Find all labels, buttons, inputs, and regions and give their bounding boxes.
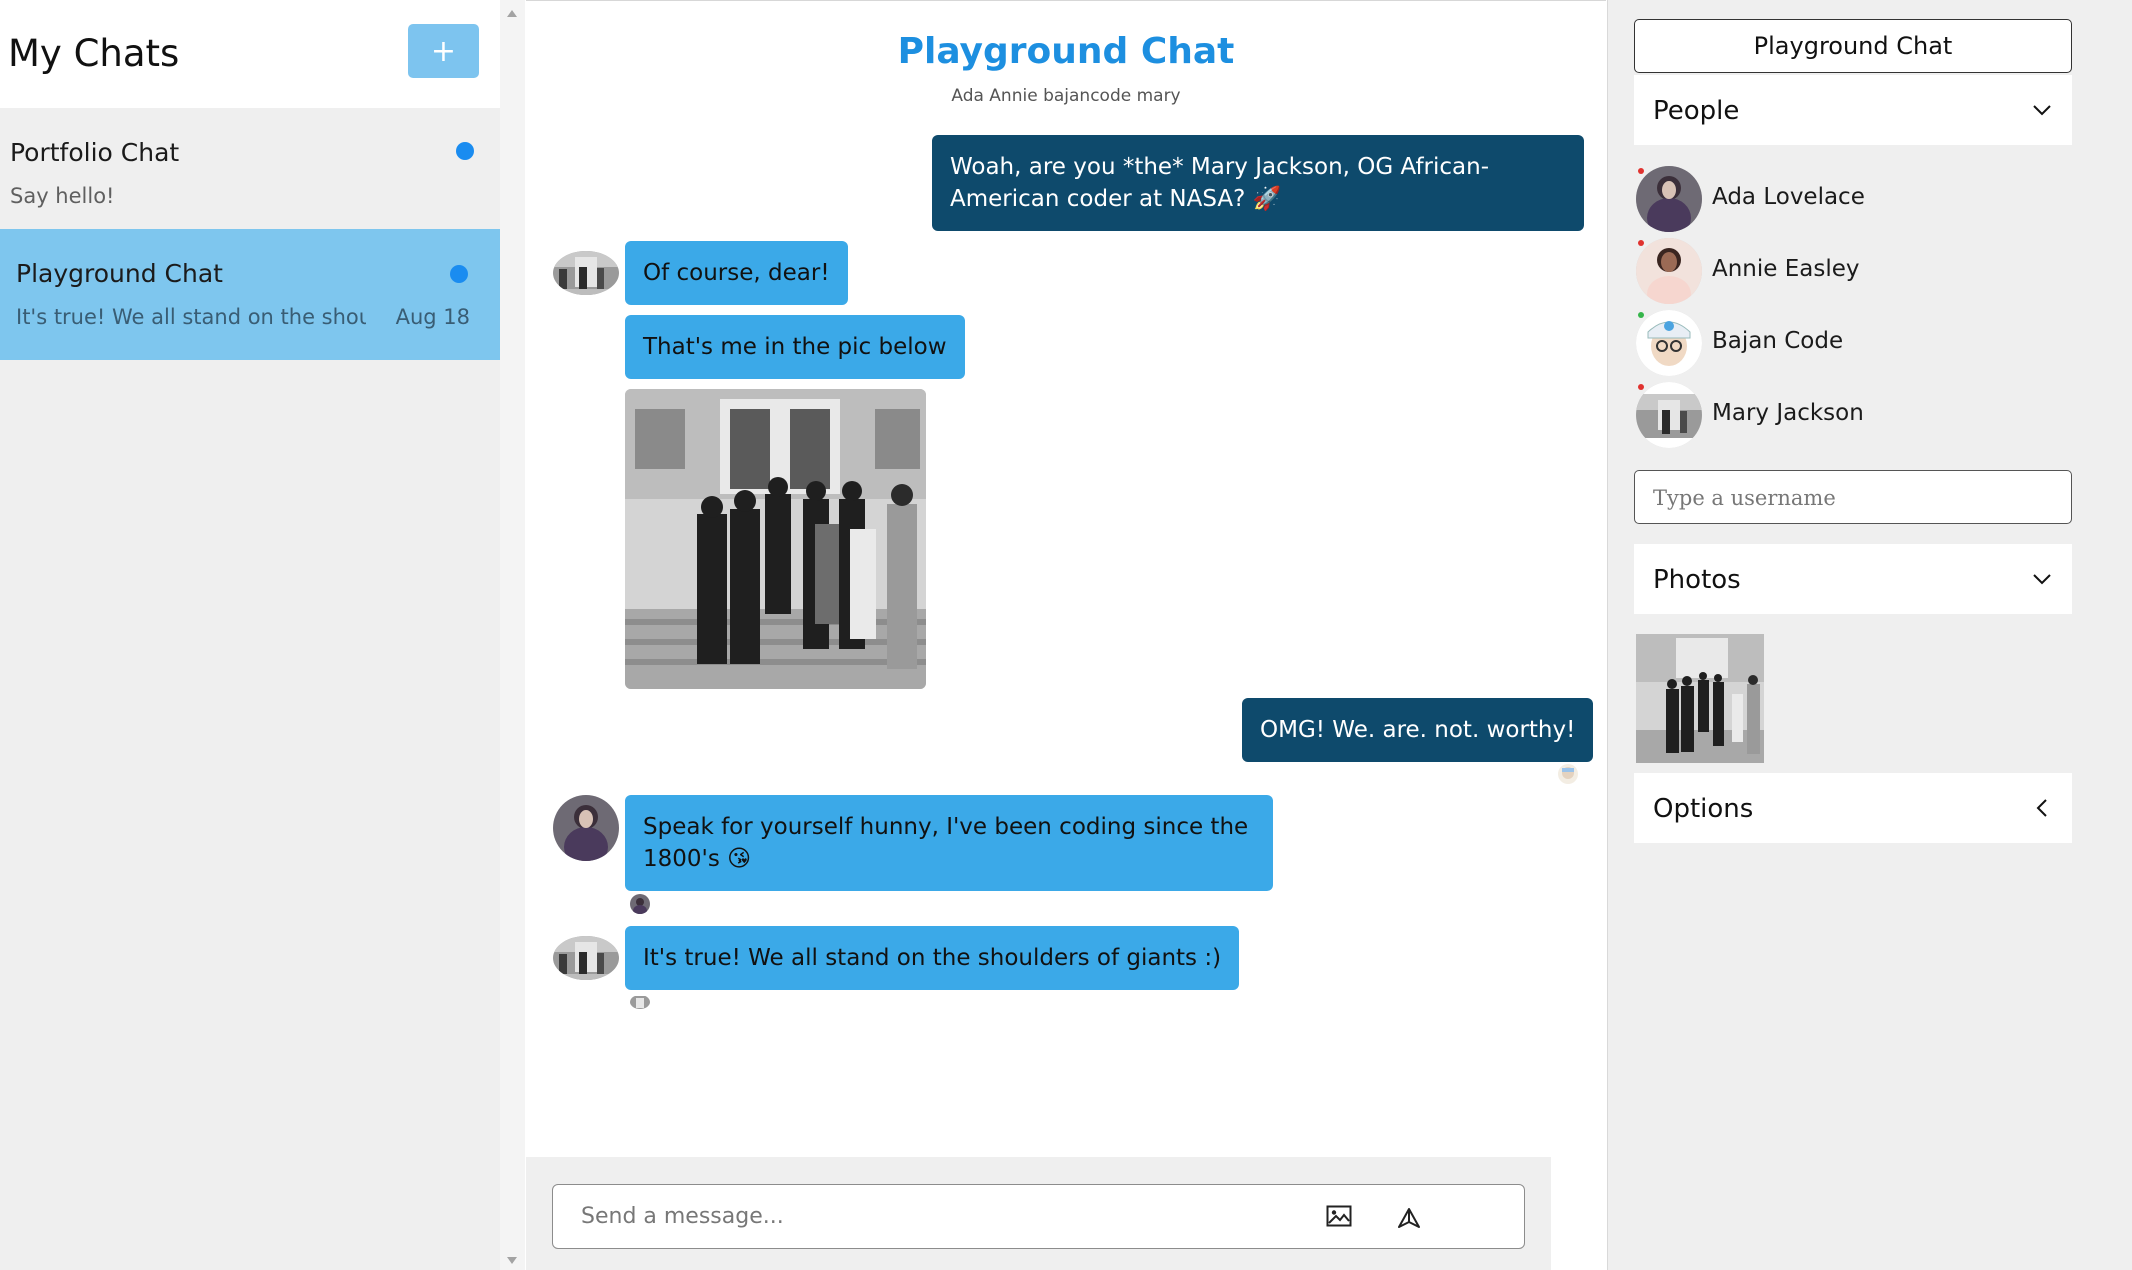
- photo-thumbnail[interactable]: [1636, 634, 1764, 763]
- person-row-mary[interactable]: Mary Jackson: [1636, 382, 2066, 448]
- message-bubble-mine: Woah, are you *the* Mary Jackson, OG Afr…: [932, 135, 1584, 231]
- photo-avatar-icon: [553, 936, 619, 980]
- chat-card-preview: Say hello!: [10, 184, 115, 208]
- avatar-mary[interactable]: [553, 936, 619, 980]
- chat-card-playground[interactable]: Playground Chat It's true! We all stand …: [0, 229, 500, 360]
- image-icon: [1326, 1205, 1352, 1227]
- chat-list-title: My Chats: [8, 32, 180, 75]
- chat-title-button[interactable]: Playground Chat: [1634, 19, 2072, 73]
- chat-card-portfolio[interactable]: Portfolio Chat Say hello!: [0, 108, 500, 239]
- avatar-mary[interactable]: [553, 251, 619, 295]
- online-status-icon: [1638, 312, 1644, 318]
- ada-avatar-icon: [1636, 166, 1702, 232]
- person-name: Ada Lovelace: [1712, 184, 1865, 210]
- scroll-down-arrow-icon[interactable]: [507, 1257, 517, 1264]
- message-photo[interactable]: [625, 389, 926, 689]
- message-bubble-theirs: It's true! We all stand on the shoulders…: [625, 926, 1240, 990]
- photos-section-header[interactable]: Photos: [1634, 544, 2072, 614]
- person-row-ada[interactable]: Ada Lovelace: [1636, 166, 2066, 232]
- avatar: [1636, 382, 1702, 448]
- annie-avatar-icon: [1636, 238, 1702, 304]
- person-name: Annie Easley: [1712, 256, 1860, 282]
- add-user-field: [1634, 470, 2072, 524]
- ada-mini-avatar-icon: [630, 894, 650, 914]
- offline-status-icon: [1638, 240, 1644, 246]
- chat-card-preview: It's true! We all stand on the shoul: [16, 305, 366, 329]
- chevron-left-icon: [2036, 799, 2047, 817]
- chevron-down-icon: [2033, 105, 2051, 116]
- message-bubble-theirs: That's me in the pic below: [625, 315, 965, 379]
- group-photo-icon: [1636, 634, 1764, 763]
- chat-card-name: Portfolio Chat: [10, 138, 180, 167]
- photos-label: Photos: [1653, 565, 1741, 595]
- unread-dot-icon: [456, 142, 474, 160]
- offline-status-icon: [1638, 384, 1644, 390]
- chat-members: Ada Annie bajancode mary: [951, 86, 1181, 106]
- avatar: [1636, 166, 1702, 232]
- message-bubble-theirs: Of course, dear!: [625, 241, 848, 305]
- photo-avatar-icon: [553, 251, 619, 295]
- chat-settings-panel: Playground Chat People Ada Lovelace Anni…: [1607, 0, 2132, 1270]
- bajan-avatar-icon: [1636, 310, 1702, 376]
- offline-status-icon: [1638, 168, 1644, 174]
- chat-feed: Playground Chat Ada Annie bajancode mary…: [526, 0, 1606, 1270]
- ada-avatar-icon: [553, 795, 619, 861]
- message-bubble-theirs: Speak for yourself hunny, I've been codi…: [625, 795, 1273, 891]
- person-name: Bajan Code: [1712, 328, 1844, 354]
- person-row-bajan[interactable]: Bajan Code: [1636, 310, 2066, 376]
- image-upload-icon[interactable]: [1326, 1205, 1352, 1227]
- send-button[interactable]: [1397, 1207, 1421, 1229]
- people-section-header[interactable]: People: [1634, 75, 2072, 145]
- chat-list-sidebar: My Chats + Portfolio Chat Say hello! Pla…: [0, 0, 525, 1270]
- mary-avatar-icon: [1636, 382, 1702, 448]
- chat-card-name: Playground Chat: [16, 259, 223, 288]
- avatar-ada[interactable]: [553, 795, 619, 861]
- unread-dot-icon: [450, 265, 468, 283]
- chevron-down-icon: [2033, 574, 2051, 585]
- message-composer: [552, 1184, 1525, 1249]
- options-section-header[interactable]: Options: [1634, 773, 2072, 843]
- composer-bar: [526, 1157, 1551, 1270]
- new-chat-button[interactable]: +: [408, 24, 479, 78]
- mary-mini-avatar-icon: [630, 996, 650, 1009]
- options-label: Options: [1653, 794, 1754, 824]
- chat-card-date: Aug 18: [395, 305, 470, 329]
- chat-title: Playground Chat: [897, 31, 1235, 72]
- person-name: Mary Jackson: [1712, 400, 1864, 426]
- read-receipt-avatar: [630, 894, 650, 914]
- send-icon: [1398, 1208, 1420, 1228]
- chat-list-scrollbar[interactable]: [500, 0, 525, 1270]
- people-label: People: [1653, 96, 1740, 126]
- person-row-annie[interactable]: Annie Easley: [1636, 238, 2066, 304]
- group-photo-icon: [625, 389, 926, 689]
- chat-list-header: My Chats +: [0, 0, 500, 108]
- message-input[interactable]: [581, 1195, 1281, 1237]
- username-input[interactable]: [1653, 481, 2053, 515]
- read-receipt-avatar: [630, 995, 650, 1009]
- plus-icon: +: [430, 33, 457, 69]
- avatar: [1636, 310, 1702, 376]
- avatar: [1636, 238, 1702, 304]
- scroll-up-arrow-icon[interactable]: [507, 10, 517, 17]
- read-receipt-avatar: [1558, 764, 1578, 784]
- bajan-avatar-icon: [1558, 764, 1578, 784]
- message-bubble-mine: OMG! We. are. not. worthy!: [1242, 698, 1594, 762]
